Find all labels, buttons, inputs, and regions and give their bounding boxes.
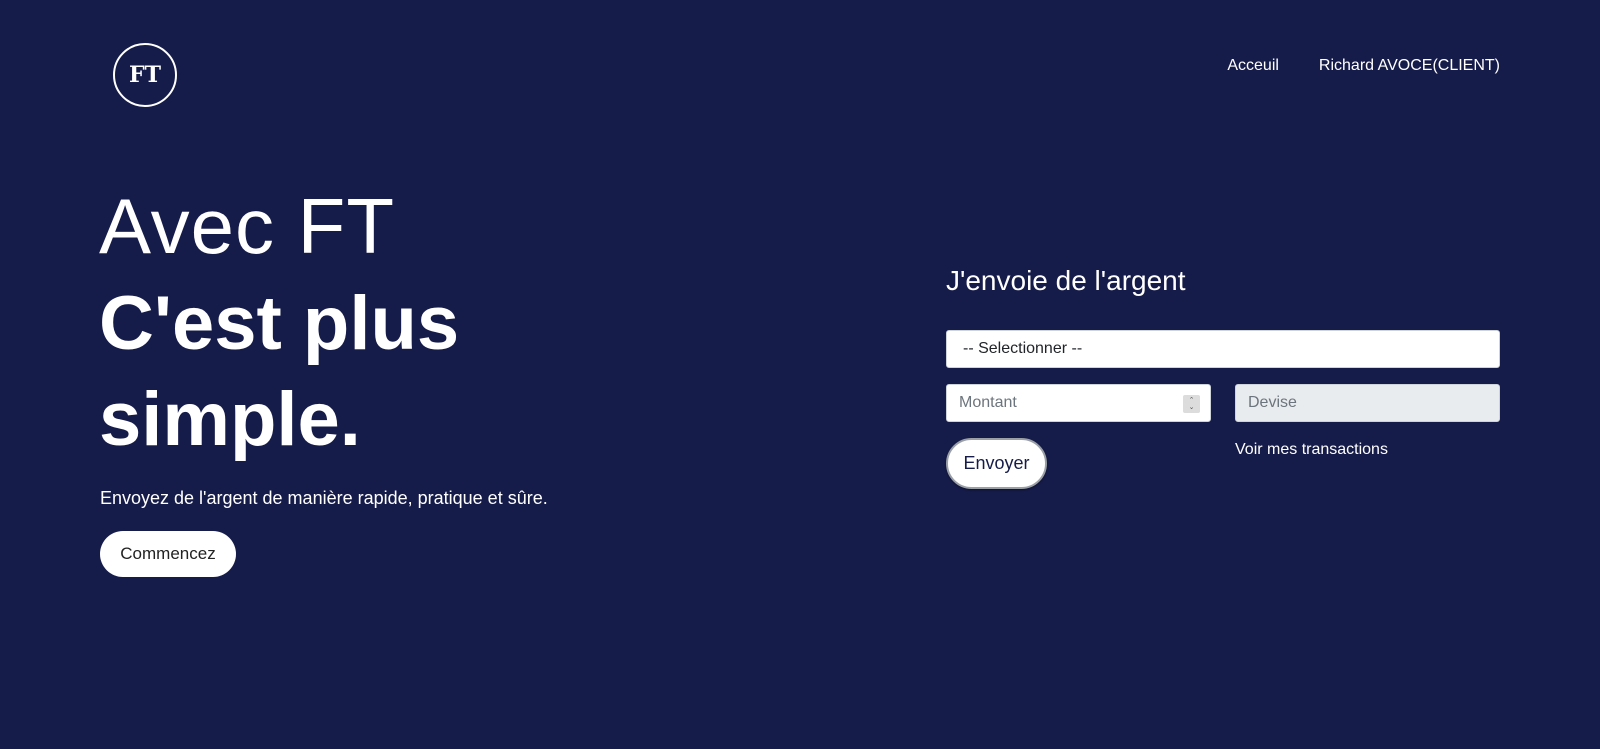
nav-link-acceuil[interactable]: Acceuil	[1227, 57, 1279, 75]
recipient-select[interactable]: -- Selectionner --	[946, 330, 1500, 368]
currency-input[interactable]: Devise	[1235, 384, 1500, 422]
ft-logo[interactable]: FT	[113, 43, 177, 107]
envoyer-button[interactable]: Envoyer	[946, 438, 1047, 489]
form-title: J'envoie de l'argent	[946, 265, 1186, 296]
amount-input[interactable]: Montant ⌃ ⌄	[946, 384, 1211, 422]
currency-placeholder: Devise	[1248, 394, 1297, 411]
hero-heading-bold: C'est plus simple.	[99, 281, 460, 462]
hero-heading-light: Avec FT	[99, 182, 395, 270]
nav-link-user-account[interactable]: Richard AVOCE(CLIENT)	[1319, 57, 1500, 75]
logo-text: FT	[129, 62, 161, 88]
view-transactions-link[interactable]: Voir mes transactions	[1235, 441, 1388, 459]
amount-placeholder: Montant	[959, 394, 1017, 411]
top-nav: Acceuil Richard AVOCE(CLIENT)	[1227, 57, 1500, 75]
select-value: -- Selectionner --	[963, 340, 1083, 357]
hero-tagline: Envoyez de l'argent de manière rapide, p…	[100, 488, 548, 508]
commencez-button[interactable]: Commencez	[100, 531, 236, 577]
up-down-chevron-icon[interactable]: ⌃ ⌄	[1183, 395, 1200, 413]
page: FT Acceuil Richard AVOCE(CLIENT) Avec FT…	[0, 0, 1600, 749]
